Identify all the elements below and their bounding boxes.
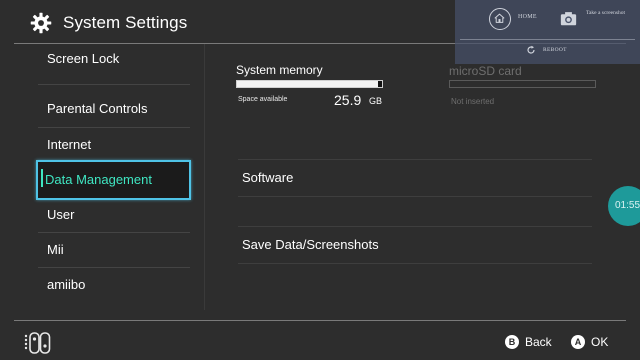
overlay-divider (460, 39, 635, 40)
space-available-unit: GB (369, 96, 383, 106)
microsd-bar (449, 80, 596, 88)
reboot-label: REBOOT (543, 47, 567, 53)
gear-icon (30, 12, 52, 34)
sidebar-item-parental-controls[interactable]: Parental Controls (38, 91, 190, 127)
reboot-icon[interactable] (526, 45, 536, 55)
space-available-value: 25.9 (334, 92, 362, 108)
sidebar-item-screen-lock[interactable]: Screen Lock (38, 41, 190, 77)
sidebar-item-label: Data Management (45, 172, 152, 187)
b-button-icon: B (505, 335, 519, 349)
sidebar-item-data-management[interactable]: Data Management (36, 160, 191, 200)
space-available-label: Space available (238, 96, 288, 103)
system-memory-label: System memory (236, 63, 323, 77)
page-title: System Settings (63, 13, 188, 32)
home-icon (494, 13, 505, 23)
list-divider (238, 263, 592, 264)
ok-label: OK (591, 335, 609, 349)
camera-icon[interactable] (560, 10, 577, 27)
footer-divider (14, 320, 626, 321)
sidebar-divider (204, 44, 205, 310)
back-label: Back (525, 335, 552, 349)
home-button[interactable] (489, 8, 511, 30)
sidebar-item-mii[interactable]: Mii (38, 232, 190, 268)
clock-bubble: 01:55 (608, 186, 640, 226)
screenshot-label: Take a screenshot (586, 10, 626, 16)
joycon-icon (24, 332, 51, 354)
home-label: HOME (518, 14, 537, 20)
microsd-status: Not inserted (451, 97, 495, 106)
sidebar-item-amiibo[interactable]: amiibo (38, 267, 190, 303)
microsd-label: microSD card (449, 64, 522, 78)
quick-menu-overlay: HOME Take a screenshot REBOOT (455, 0, 640, 64)
back-hint[interactable]: B Back (505, 334, 552, 350)
software-item[interactable]: Software (238, 160, 592, 196)
a-button-icon: A (571, 335, 585, 349)
system-memory-bar-fill (237, 81, 378, 87)
sidebar-item-user[interactable]: User (38, 197, 190, 233)
ok-hint[interactable]: A OK (571, 334, 608, 350)
sidebar-divider-line (38, 84, 190, 85)
save-data-screenshots-item[interactable]: Save Data/Screenshots (238, 227, 592, 263)
list-divider (238, 196, 592, 197)
system-memory-bar (236, 80, 383, 88)
sidebar-item-internet[interactable]: Internet (38, 127, 190, 163)
selection-indicator (41, 169, 43, 187)
